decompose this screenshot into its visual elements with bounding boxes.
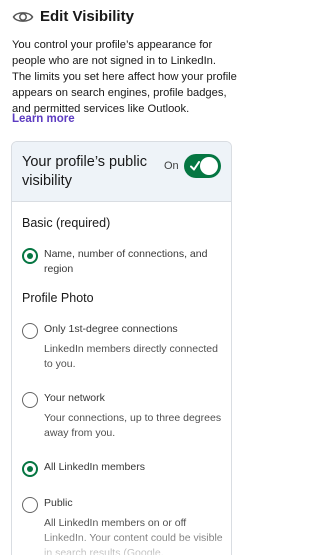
profile-photo-heading: Profile Photo (22, 291, 94, 305)
toggle-state-label: On (164, 160, 179, 172)
option-label: All LinkedIn members (44, 461, 145, 473)
description-text: You control your profile’s appearance fo… (12, 39, 237, 115)
visibility-card: Your profile’s public visibility On Basi… (11, 141, 232, 555)
option-description: LinkedIn members directly connected to y… (44, 343, 218, 370)
scroll-fade (12, 526, 231, 555)
learn-more-link[interactable]: Learn more (12, 113, 75, 125)
check-icon (190, 161, 200, 171)
radio-button[interactable] (22, 248, 38, 264)
visibility-title: Your profile’s public visibility (22, 154, 147, 189)
radio-button[interactable] (22, 461, 38, 477)
visibility-card-header: Your profile’s public visibility On (12, 142, 231, 202)
eye-icon (12, 11, 34, 22)
toggle-knob (200, 157, 218, 175)
option-label: Public (44, 497, 73, 509)
basic-heading: Basic (required) (22, 216, 111, 230)
radio-option-all-members[interactable]: All LinkedIn members (22, 460, 227, 477)
radio-option-your-network[interactable]: Your network Your connections, up to thr… (22, 391, 227, 441)
radio-option-first-degree[interactable]: Only 1st-degree connections LinkedIn mem… (22, 322, 227, 372)
radio-button[interactable] (22, 497, 38, 513)
option-label: Name, number of connections, and region (44, 248, 208, 275)
option-description: Your connections, up to three degrees aw… (44, 412, 222, 439)
public-visibility-toggle[interactable] (184, 154, 221, 178)
radio-button[interactable] (22, 392, 38, 408)
page-title: Edit Visibility (40, 8, 134, 25)
panel-header: Edit Visibility (12, 8, 134, 25)
radio-option-basic[interactable]: Name, number of connections, and region (22, 247, 227, 277)
option-label: Your network (44, 392, 105, 404)
option-label: Only 1st-degree connections (44, 323, 178, 335)
radio-button[interactable] (22, 323, 38, 339)
